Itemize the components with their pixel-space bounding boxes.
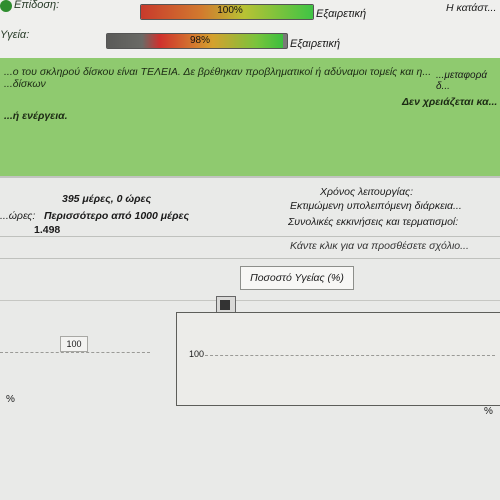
starts-label: Συνολικές εκκινήσεις και τερματισμοί: xyxy=(288,216,459,228)
info-line-2: ...δίσκων xyxy=(4,78,46,90)
info-corner-1: Η κατάστ... xyxy=(446,2,497,14)
health-plot: 100 xyxy=(176,312,500,406)
life-label: Εκτιμώμενη υπολειπόμενη διάρκεια... xyxy=(290,200,462,212)
performance-percent: 100% xyxy=(217,5,243,16)
divider xyxy=(0,236,500,237)
starts-value: 1.498 xyxy=(34,224,61,236)
health-chart-button[interactable]: Ποσοστό Υγείας (%) xyxy=(240,266,354,290)
performance-state: Εξαιρετική xyxy=(316,8,367,20)
axis-label-left: % xyxy=(6,394,15,405)
health-state: Εξαιρετική xyxy=(290,38,341,50)
divider xyxy=(0,258,500,259)
info-line-1: ...ο του σκληρού δίσκου είναι ΤΕΛΕΙΑ. Δε… xyxy=(4,66,432,78)
divider xyxy=(0,300,500,301)
uptime-value: 395 μέρες, 0 ώρες xyxy=(62,193,152,205)
comment-hint[interactable]: Κάντε κλικ για να προσθέσετε σχόλιο... xyxy=(290,240,469,252)
info-line-4: ...ή ενέργεια. xyxy=(4,110,68,122)
check-icon xyxy=(0,0,12,12)
health-percent: 98% xyxy=(189,35,210,46)
gridline xyxy=(0,352,150,353)
axis-label-right: % xyxy=(484,406,493,417)
life-value: Περισσότερο από 1000 μέρες xyxy=(44,210,190,222)
info-line-3: Δεν χρειάζεται κα... xyxy=(402,96,498,108)
plot-tick-label: 100 xyxy=(189,349,205,359)
health-label: Υγεία: xyxy=(0,29,30,41)
divider xyxy=(0,176,500,178)
info-corner-2: ...μεταφορά δ... xyxy=(436,70,488,92)
info-panel: ...ο του σκληρού δίσκου είναι ΤΕΛΕΙΑ. Δε… xyxy=(0,58,500,176)
uptime-prefix: ...ώρες: xyxy=(0,210,36,222)
performance-label: Επίδοση: xyxy=(14,0,60,11)
gridline xyxy=(205,355,495,356)
scale-input[interactable]: 100 xyxy=(60,336,88,352)
uptime-label: Χρόνος λειτουργίας: xyxy=(320,186,414,198)
chart-toggle-icon-inner xyxy=(220,300,230,310)
